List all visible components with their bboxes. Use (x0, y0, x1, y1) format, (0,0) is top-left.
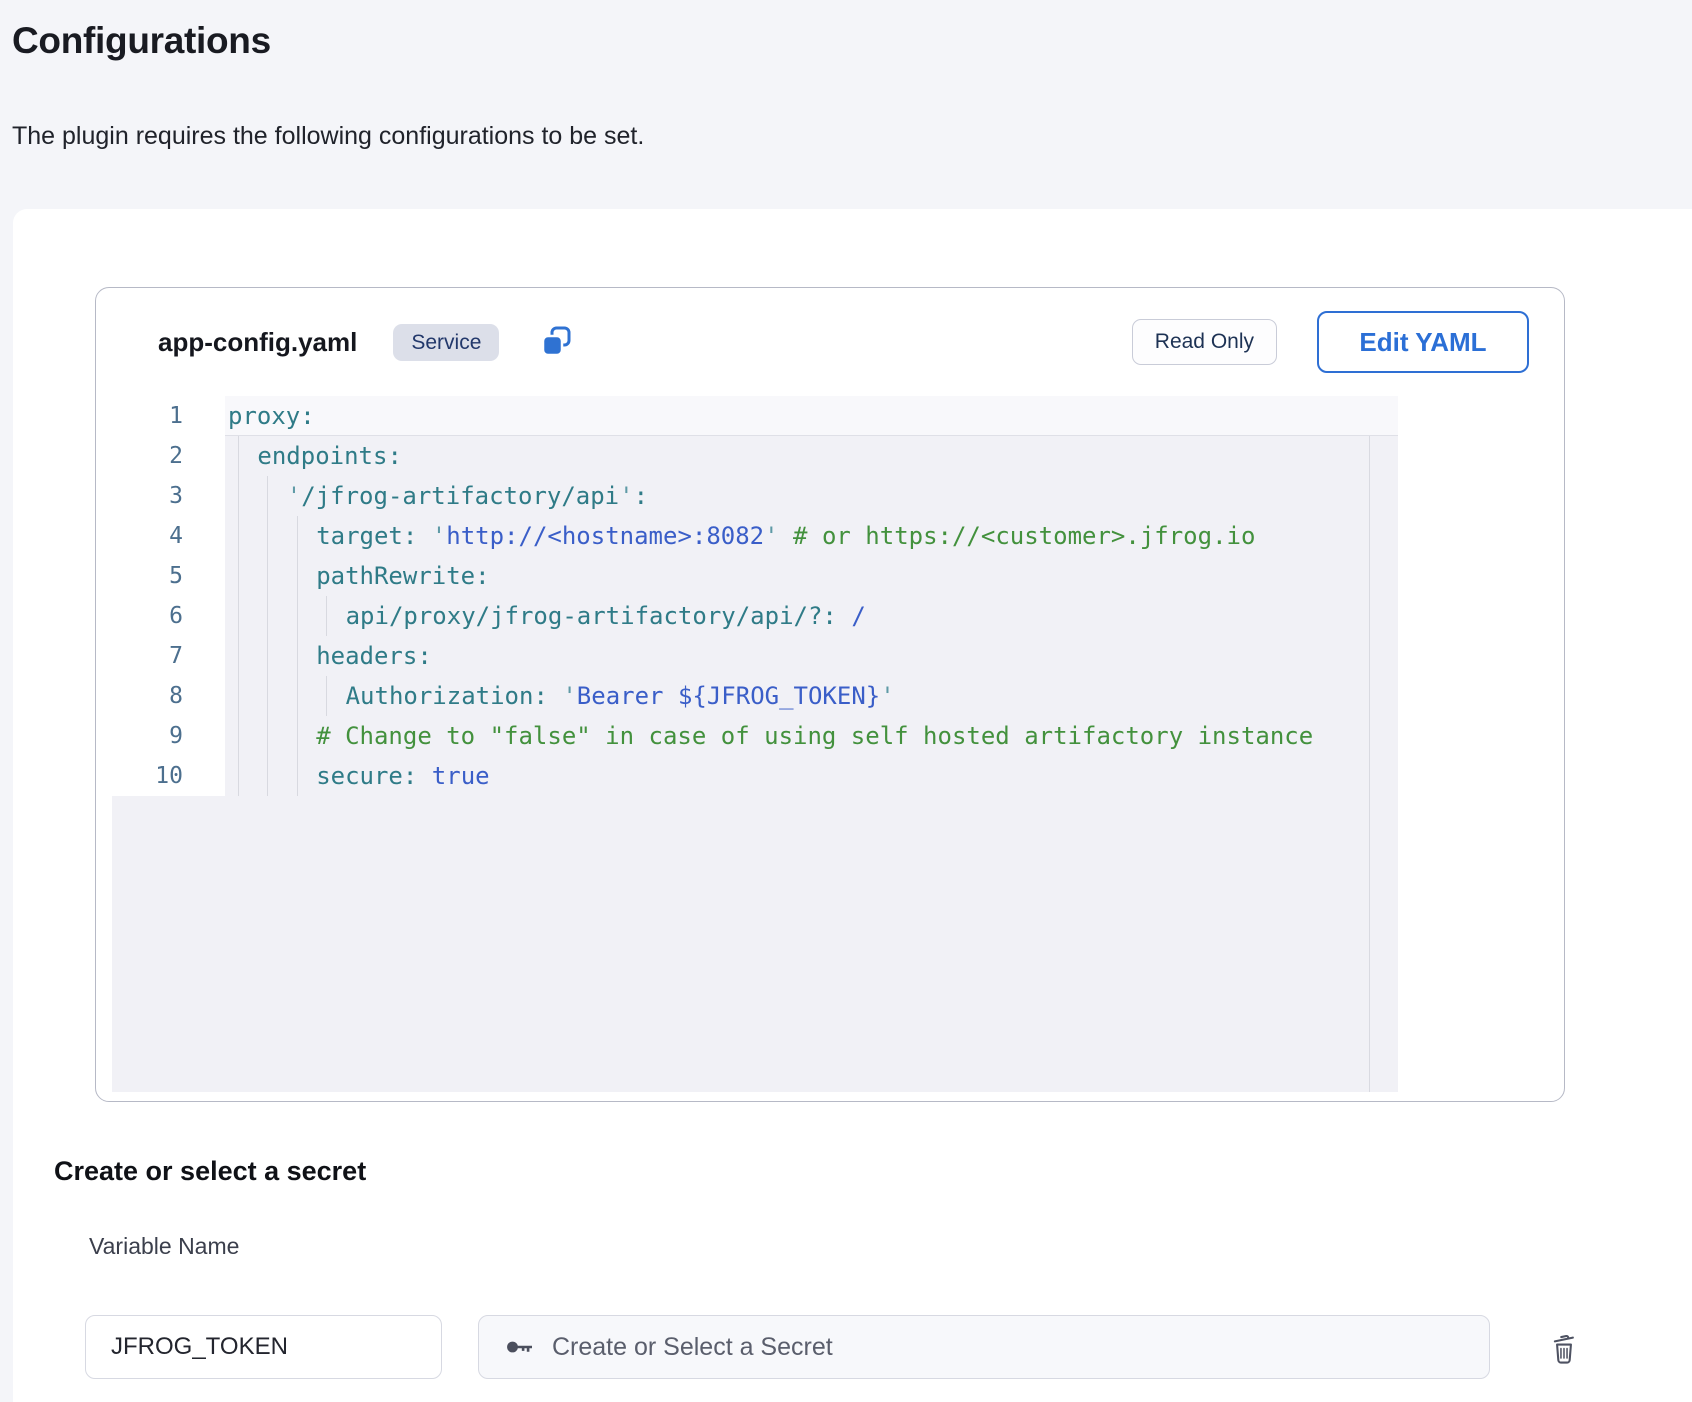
code-line: 1proxy: (112, 396, 1398, 436)
line-number: 4 (112, 516, 225, 556)
key-icon (504, 1334, 534, 1360)
secret-select-field[interactable] (478, 1315, 1490, 1379)
line-number: 1 (112, 396, 225, 436)
code-line: 10secure: true (112, 756, 1398, 796)
edit-yaml-button[interactable]: Edit YAML (1317, 311, 1529, 373)
code-line: 2endpoints: (112, 436, 1398, 476)
code-lines: 1proxy:2endpoints:3'/jfrog-artifactory/a… (112, 396, 1398, 796)
secret-section-heading: Create or select a secret (54, 1156, 366, 1187)
line-content: proxy: (225, 396, 315, 436)
line-content: pathRewrite: (225, 556, 490, 596)
line-number: 6 (112, 596, 225, 636)
file-name: app-config.yaml (158, 327, 357, 358)
delete-secret-button[interactable] (1544, 1328, 1584, 1368)
variable-name-input[interactable] (85, 1315, 442, 1379)
trash-icon (1547, 1330, 1581, 1366)
code-line: 4target: 'http://<hostname>:8082' # or h… (112, 516, 1398, 556)
line-number: 10 (112, 756, 225, 796)
config-file-header: app-config.yaml Service Read Only Edit Y… (96, 288, 1564, 396)
code-line: 9# Change to "false" in case of using se… (112, 716, 1398, 756)
line-content: api/proxy/jfrog-artifactory/api/?: / (225, 596, 866, 636)
line-number: 9 (112, 716, 225, 756)
read-only-button[interactable]: Read Only (1132, 319, 1277, 364)
variable-name-label: Variable Name (89, 1233, 239, 1260)
line-content: secure: true (225, 756, 490, 796)
page-title: Configurations (12, 20, 271, 62)
config-file-card: app-config.yaml Service Read Only Edit Y… (95, 287, 1565, 1102)
line-content: # Change to "false" in case of using sel… (225, 716, 1313, 756)
service-badge: Service (393, 324, 499, 361)
line-content: headers: (225, 636, 432, 676)
line-number: 8 (112, 676, 225, 716)
copy-button[interactable] (539, 324, 575, 360)
line-number: 7 (112, 636, 225, 676)
line-number: 2 (112, 436, 225, 476)
page-subtitle: The plugin requires the following config… (12, 122, 644, 151)
line-content: Authorization: 'Bearer ${JFROG_TOKEN}' (225, 676, 895, 716)
line-content: '/jfrog-artifactory/api': (225, 476, 648, 516)
line-content: endpoints: (225, 436, 402, 476)
line-number: 5 (112, 556, 225, 596)
line-content: target: 'http://<hostname>:8082' # or ht… (225, 516, 1255, 556)
code-line: 3'/jfrog-artifactory/api': (112, 476, 1398, 516)
code-line: 5pathRewrite: (112, 556, 1398, 596)
yaml-editor[interactable]: 1proxy:2endpoints:3'/jfrog-artifactory/a… (112, 396, 1398, 1092)
copy-icon (539, 324, 575, 360)
code-line: 7headers: (112, 636, 1398, 676)
code-line: 8Authorization: 'Bearer ${JFROG_TOKEN}' (112, 676, 1398, 716)
line-number: 3 (112, 476, 225, 516)
configurations-page: Configurations The plugin requires the f… (0, 0, 1692, 1402)
code-line: 6api/proxy/jfrog-artifactory/api/?: / (112, 596, 1398, 636)
secret-select-input[interactable] (550, 1332, 1464, 1363)
